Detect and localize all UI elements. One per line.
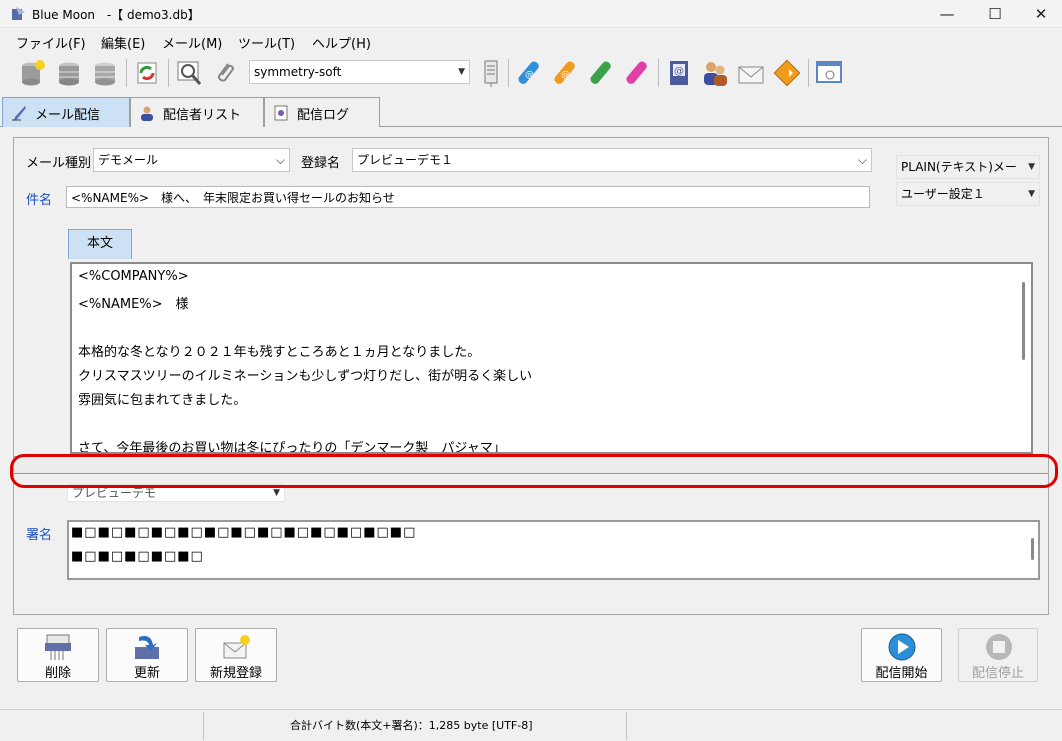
svg-text:@: @ [674, 66, 684, 77]
tab-mail-delivery[interactable]: メール配信 [2, 97, 130, 127]
log-icon [274, 105, 288, 121]
toolbar: symmetry-soft ▼ @ @ @ [0, 53, 1062, 93]
tab-delivery-log[interactable]: 配信ログ [264, 97, 380, 127]
orange-pen-icon[interactable]: @ [550, 58, 580, 88]
update-button[interactable]: 更新 [106, 628, 188, 682]
close-button[interactable]: ✕ [1018, 0, 1062, 28]
open-database-icon[interactable] [54, 58, 84, 88]
attachment-icon[interactable] [210, 58, 240, 88]
button-label: 更新 [133, 666, 160, 681]
tab-body[interactable]: 本文 [68, 229, 132, 259]
diamond-sign-icon[interactable] [772, 58, 802, 88]
body-textarea[interactable]: <%COMPANY%> <%NAME%> 様 本格的な冬となり２０２１年も残すと… [70, 262, 1033, 454]
button-label: 配信停止 [971, 666, 1024, 681]
main-tabs: メール配信 配信者リスト 配信ログ [0, 95, 1062, 127]
green-pen-icon[interactable] [586, 58, 616, 88]
chevron-down-icon: ⌵ [275, 153, 285, 167]
address-book-icon[interactable]: @ [664, 58, 694, 88]
maximize-button[interactable]: ☐ [972, 0, 1018, 28]
new-register-button[interactable]: 新規登録 [195, 628, 277, 682]
status-bar: 合計バイト数(本文+署名)：1,285 byte [UTF-8] [0, 709, 1062, 741]
menu-bar: ファイル(F) 編集(E) メール(M) ツール(T) ヘルプ(H) [0, 30, 1062, 52]
minimize-button[interactable]: — [924, 0, 970, 28]
stop-delivery-button[interactable]: 配信停止 [958, 628, 1038, 682]
registered-name-label: 登録名 [301, 156, 341, 171]
stop-icon [986, 634, 1012, 660]
button-label: 新規登録 [209, 666, 262, 681]
subject-input[interactable]: <%NAME%> 様へ、 年末限定お買い得セールのお知らせ [66, 186, 870, 208]
user-setting-select[interactable]: ユーザー設定１ ▼ [896, 182, 1040, 206]
subject-label: 件名 [26, 193, 53, 208]
update-icon [135, 636, 159, 659]
database-icon[interactable] [90, 58, 120, 88]
dropdown-arrow-icon: ▼ [1028, 162, 1035, 172]
byte-count-status: 合計バイト数(本文+署名)：1,285 byte [UTF-8] [290, 719, 533, 732]
highlight-annotation [10, 454, 1058, 488]
format-select[interactable]: PLAIN(テキスト)メー ▼ [896, 155, 1040, 179]
delete-button[interactable]: 削除 [17, 628, 99, 682]
body-scrollbar[interactable] [1022, 282, 1025, 360]
menu-mail[interactable]: メール(M) [162, 33, 222, 52]
button-label: 配信開始 [875, 666, 928, 681]
signature-label: 署名 [26, 528, 53, 543]
app-name: Blue Moon [32, 8, 96, 22]
new-mail-icon [223, 635, 250, 659]
mail-type-select[interactable]: デモメール ⌵ [93, 148, 290, 172]
dropdown-arrow-icon: ▼ [458, 67, 465, 77]
blue-pen-icon[interactable]: @ [514, 58, 544, 88]
body-line: さて、今年最後のお買い物は冬にぴったりの「デンマーク製 パジャマ」 [78, 441, 506, 454]
button-label: 削除 [44, 666, 71, 681]
preview-icon[interactable] [174, 58, 204, 88]
mail-type-label: メール種別 [26, 156, 92, 171]
refresh-icon[interactable] [132, 58, 162, 88]
new-database-icon[interactable] [18, 58, 48, 88]
tab-label: 配信ログ [297, 108, 350, 123]
signature-textarea[interactable]: ■□■□■□■□■□■□■□■□■□■□■□■□■□ ■□■□■□■□■□ [67, 520, 1040, 580]
shredder-icon [45, 634, 71, 660]
quill-icon [12, 106, 26, 121]
tab-recipient-list[interactable]: 配信者リスト [130, 97, 264, 127]
account-select[interactable]: symmetry-soft ▼ [249, 60, 470, 84]
body-line: 本格的な冬となり２０２１年も残すところあと１ヵ月となりました。 [78, 345, 481, 360]
body-line: クリスマスツリーのイルミネーションも少しずつ灯りだし、街が明るく楽しい [78, 369, 533, 384]
body-line: <%NAME%> 様 [78, 297, 189, 312]
users-icon[interactable] [700, 58, 730, 88]
body-line: 雰囲気に包まれてきました。 [78, 393, 247, 408]
body-line: <%COMPANY%> [78, 269, 189, 284]
menu-file[interactable]: ファイル(F) [16, 33, 86, 52]
signature-line: ■□■□■□■□■□ [71, 549, 204, 564]
svg-text:@: @ [525, 70, 534, 80]
screen-preview-icon[interactable] [814, 58, 844, 88]
signature-line: ■□■□■□■□■□■□■□■□■□■□■□■□■□ [71, 525, 417, 540]
blue-moon-app-icon [12, 7, 25, 20]
registered-name-select[interactable]: プレビューデモ１ ⌵ [352, 148, 872, 172]
start-delivery-button[interactable]: 配信開始 [861, 628, 942, 682]
tab-label: メール配信 [35, 108, 101, 123]
envelope-icon[interactable] [736, 58, 766, 88]
tab-label: 配信者リスト [163, 108, 242, 123]
dropdown-arrow-icon: ▼ [1028, 189, 1035, 199]
menu-tools[interactable]: ツール(T) [238, 33, 295, 52]
window-file: -【 demo3.db】 [103, 8, 200, 22]
menu-help[interactable]: ヘルプ(H) [312, 33, 371, 52]
server-icon[interactable] [476, 58, 506, 88]
address-book-icon [141, 106, 153, 121]
pink-pen-icon[interactable] [622, 58, 652, 88]
play-icon [888, 633, 916, 661]
signature-scrollbar[interactable] [1031, 538, 1034, 560]
title-bar: Blue Moon -【 demo3.db】 — ☐ ✕ [0, 0, 1062, 28]
menu-edit[interactable]: 編集(E) [101, 33, 145, 52]
svg-text:@: @ [561, 70, 570, 80]
chevron-down-icon: ⌵ [857, 153, 867, 167]
